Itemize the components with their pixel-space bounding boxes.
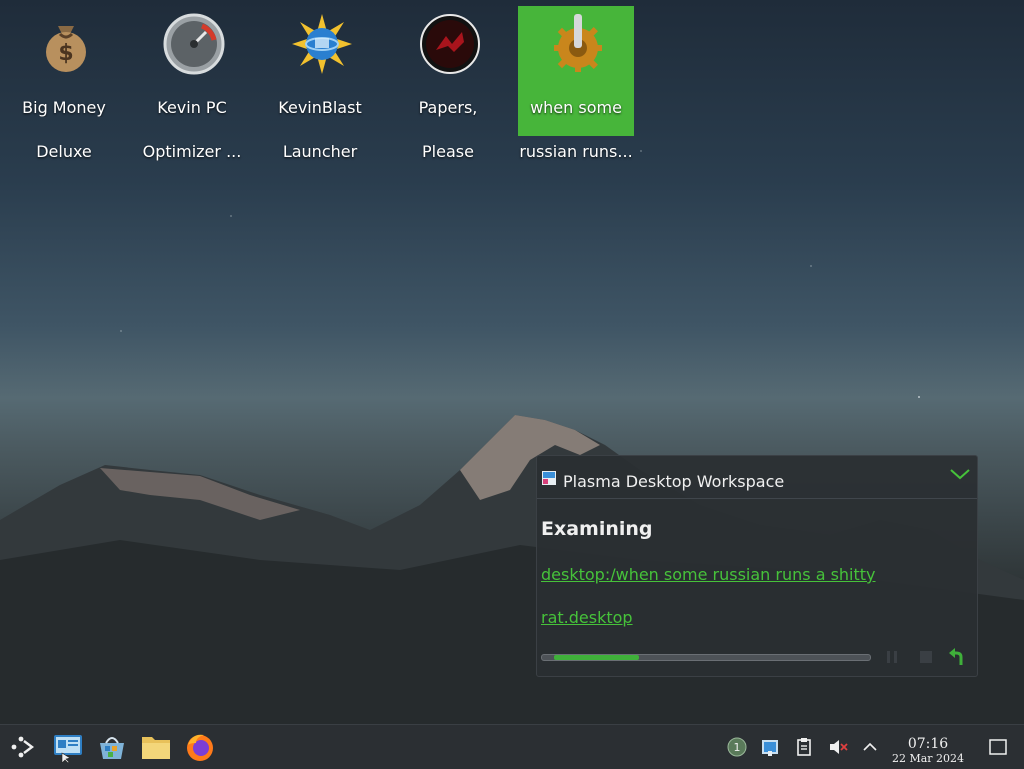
updates-count: 1 <box>734 741 741 754</box>
desktop-icon-label: when some <box>530 98 622 117</box>
desktop-background[interactable]: $ Big Money Deluxe Kevin PC Optimizer ..… <box>0 0 1024 724</box>
notification-app-name: Plasma Desktop Workspace <box>563 472 785 491</box>
pause-icon[interactable] <box>883 648 901 666</box>
desktop-icon-big-money-deluxe[interactable]: $ Big Money Deluxe <box>6 6 122 170</box>
desktop-icon-label: Big Money <box>22 98 106 117</box>
undo-icon[interactable] <box>947 648 965 666</box>
application-launcher-icon[interactable] <box>6 731 38 763</box>
notification-header: Plasma Desktop Workspace <box>537 456 977 499</box>
money-bag-icon: $ <box>34 12 98 76</box>
clock-time: 07:16 <box>907 736 949 752</box>
plasma-app-icon <box>542 470 556 485</box>
system-settings-icon[interactable] <box>52 731 84 764</box>
updates-badge-icon[interactable]: 1 <box>727 737 747 757</box>
desktop-icon-label: Papers, <box>418 98 478 117</box>
vault-icon[interactable] <box>760 737 780 757</box>
desktop-icon-when-some-russian-runs[interactable]: when some russian runs... <box>518 6 634 170</box>
desktop-icon-label: Kevin PC <box>157 98 227 117</box>
desktop-icon-label: Launcher <box>282 142 358 161</box>
file-manager-icon[interactable] <box>140 731 172 763</box>
desktop-icon-kevin-pc-optimizer[interactable]: Kevin PC Optimizer ... <box>134 6 250 170</box>
desktop-icon-label: KevinBlast <box>278 98 362 117</box>
job-progress-notification: Plasma Desktop Workspace Examining deskt… <box>536 455 978 677</box>
desktop-icon-label: russian runs... <box>519 142 633 161</box>
stop-icon[interactable] <box>917 648 935 666</box>
show-desktop-icon[interactable] <box>988 737 1008 757</box>
speedometer-icon <box>162 12 226 76</box>
firefox-icon[interactable] <box>184 731 216 763</box>
svg-text:$: $ <box>58 41 73 66</box>
gear-icon <box>546 12 610 76</box>
collapse-chevron-icon[interactable] <box>949 466 971 482</box>
taskbar: 1 07:16 22 Mar 2024 <box>0 724 1024 769</box>
papers-please-icon <box>418 12 482 76</box>
software-store-icon[interactable] <box>96 731 128 763</box>
expand-tray-icon[interactable] <box>860 737 880 757</box>
clipboard-icon[interactable] <box>794 737 814 757</box>
file-link[interactable]: desktop:/when some russian runs a shitty <box>541 565 876 584</box>
desktop-icon-label: Deluxe <box>36 142 92 161</box>
progress-fill <box>554 655 640 660</box>
job-progress-bar <box>541 654 871 661</box>
volume-muted-icon[interactable] <box>828 737 848 757</box>
globe-burst-icon <box>290 12 354 76</box>
clock-date: 22 Mar 2024 <box>891 752 965 765</box>
desktop-icon-papers-please[interactable]: Papers, Please <box>390 6 506 170</box>
desktop-icon-label: Please <box>422 142 474 161</box>
file-link[interactable]: rat.desktop <box>541 608 633 627</box>
desktop-icon-label: Optimizer ... <box>142 142 242 161</box>
notification-title: Examining <box>541 518 653 540</box>
desktop-icon-kevinblast-launcher[interactable]: KevinBlast Launcher <box>262 6 378 170</box>
digital-clock[interactable]: 07:16 22 Mar 2024 <box>888 736 968 766</box>
